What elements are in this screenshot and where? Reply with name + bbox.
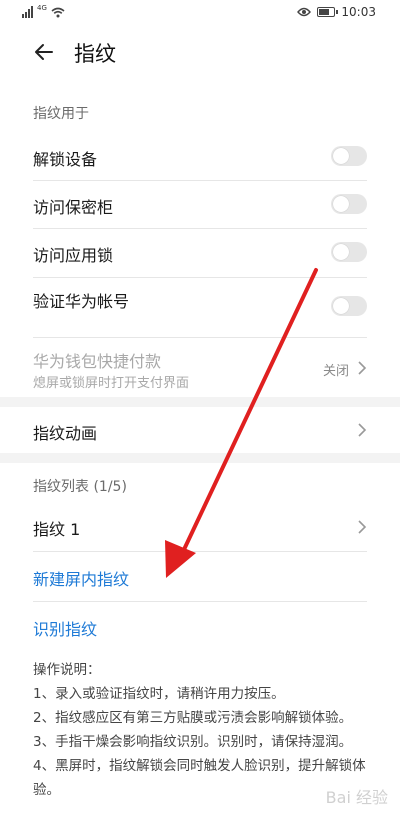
row-unlock-device[interactable]: 解锁设备 xyxy=(33,140,367,176)
divider xyxy=(33,337,367,338)
instructions-title: 操作说明： xyxy=(33,662,101,678)
battery-icon xyxy=(317,7,339,17)
add-fingerprint-label: 新建屏内指纹 xyxy=(33,570,130,589)
switch-knob xyxy=(333,298,349,314)
huawei-account-switch[interactable] xyxy=(331,296,367,316)
row-app-lock[interactable]: 访问应用锁 xyxy=(33,236,367,272)
row-label: 华为钱包快捷付款 xyxy=(33,352,162,371)
safe-access-switch[interactable] xyxy=(331,194,367,214)
status-time: 10:03 xyxy=(341,5,376,19)
divider xyxy=(33,277,367,278)
watermark: Bai 经验 xyxy=(325,788,388,807)
row-label: 指纹 1 xyxy=(33,520,81,539)
divider xyxy=(33,180,367,181)
status-bar: 4G 10:03 xyxy=(0,0,400,28)
instruction-line: 3、手指干燥会影响指纹识别。识别时，请保持湿润。 xyxy=(33,734,353,750)
row-label: 指纹动画 xyxy=(33,424,98,443)
section-gap xyxy=(0,453,400,463)
row-label: 解锁设备 xyxy=(33,150,98,169)
signal-icon xyxy=(22,6,33,18)
status-right: 10:03 xyxy=(297,5,376,19)
row-label: 访问应用锁 xyxy=(33,246,114,265)
identify-fingerprint-label: 识别指纹 xyxy=(33,620,98,639)
divider xyxy=(33,551,367,552)
row-wallet-pay[interactable]: 华为钱包快捷付款 熄屏或锁屏时打开支付界面 关闭 xyxy=(33,344,367,394)
row-subtitle: 熄屏或锁屏时打开支付界面 xyxy=(33,376,190,391)
fingerprint-list-label: 指纹列表 (1/5) xyxy=(33,479,127,495)
divider xyxy=(33,228,367,229)
identify-fingerprint-button[interactable]: 识别指纹 xyxy=(33,610,367,646)
instructions: 操作说明： 1、录入或验证指纹时，请稍许用力按压。 2、指纹感应区有第三方贴膜或… xyxy=(33,658,373,802)
switch-knob xyxy=(333,148,349,164)
switch-knob xyxy=(333,196,349,212)
row-fingerprint-animation[interactable]: 指纹动画 xyxy=(33,410,367,450)
row-label: 验证华为帐号 xyxy=(33,292,130,311)
chevron-right-icon xyxy=(358,520,367,534)
network-type: 4G xyxy=(37,4,47,12)
switch-knob xyxy=(333,244,349,260)
wallet-pay-value: 关闭 xyxy=(322,364,349,379)
app-lock-switch[interactable] xyxy=(331,242,367,262)
add-fingerprint-button[interactable]: 新建屏内指纹 xyxy=(33,560,367,596)
chevron-right-icon xyxy=(358,423,367,437)
eye-icon xyxy=(297,7,312,17)
instruction-line: 4、黑屏时，指纹解锁会同时触发人脸识别，提升解锁体验。 xyxy=(33,758,366,798)
section-gap xyxy=(0,397,400,407)
back-arrow-icon[interactable] xyxy=(32,40,56,64)
page-title: 指纹 xyxy=(74,42,116,66)
wifi-icon xyxy=(51,7,65,18)
usage-section-label: 指纹用于 xyxy=(33,106,89,122)
unlock-device-switch[interactable] xyxy=(331,146,367,166)
row-huawei-account[interactable]: 验证华为帐号 xyxy=(33,284,367,334)
status-left: 4G xyxy=(22,4,65,18)
row-safe-access[interactable]: 访问保密柜 xyxy=(33,188,367,224)
chevron-right-icon xyxy=(358,361,367,375)
row-fingerprint-1[interactable]: 指纹 1 xyxy=(33,510,367,546)
divider xyxy=(33,601,367,602)
app-bar: 指纹 xyxy=(0,28,400,80)
row-label: 访问保密柜 xyxy=(33,198,114,217)
instruction-line: 2、指纹感应区有第三方贴膜或污渍会影响解锁体验。 xyxy=(33,710,353,726)
instruction-line: 1、录入或验证指纹时，请稍许用力按压。 xyxy=(33,686,285,702)
